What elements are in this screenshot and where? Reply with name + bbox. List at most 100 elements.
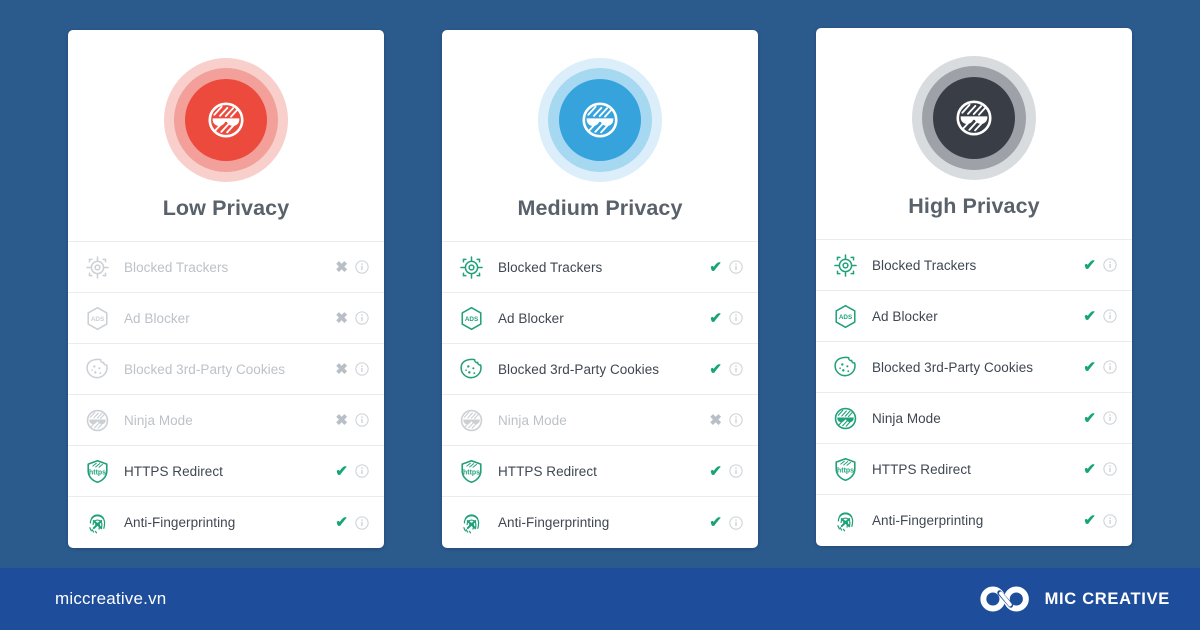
feature-row[interactable]: Blocked 3rd-Party Cookies ✖ (68, 344, 384, 395)
feature-label: HTTPS Redirect (124, 463, 223, 479)
feature-status: ✖ (335, 413, 369, 428)
https-shield-icon: https (456, 456, 486, 486)
ninja-mask-icon (578, 98, 622, 142)
feature-status: ✔ (1083, 411, 1117, 426)
target-icon (456, 252, 486, 282)
card-title: Medium Privacy (517, 196, 683, 220)
fingerprint-icon (456, 508, 486, 538)
info-icon[interactable] (1103, 360, 1117, 374)
feature-status: ✔ (709, 362, 743, 377)
feature-row[interactable]: Blocked 3rd-Party Cookies ✔ (816, 342, 1132, 393)
feature-label: HTTPS Redirect (872, 461, 971, 477)
svg-text:https: https (89, 469, 106, 476)
feature-status: ✖ (709, 413, 743, 428)
target-icon (82, 252, 112, 282)
info-icon[interactable] (1103, 309, 1117, 323)
feature-status: ✔ (335, 464, 369, 479)
feature-row[interactable]: ADS Ad Blocker ✔ (442, 293, 758, 344)
info-icon[interactable] (729, 362, 743, 376)
privacy-card-high-privacy[interactable]: High Privacy Blocked Trackers ✔ ADS Ad B… (816, 28, 1132, 546)
info-icon[interactable] (729, 413, 743, 427)
info-icon[interactable] (355, 311, 369, 325)
card-title: Low Privacy (162, 196, 290, 220)
cross-icon: ✖ (335, 309, 348, 327)
info-icon[interactable] (729, 464, 743, 478)
card-header: Medium Privacy (442, 30, 758, 241)
feature-label: Anti-Fingerprinting (872, 513, 984, 528)
feature-row[interactable]: ADS Ad Blocker ✔ (816, 291, 1132, 342)
feature-status: ✖ (335, 362, 369, 377)
info-icon[interactable] (1103, 462, 1117, 476)
ads-hexagon-icon: ADS (456, 303, 486, 333)
info-icon[interactable] (355, 413, 369, 427)
card-header: Low Privacy (68, 30, 384, 241)
info-icon[interactable] (729, 311, 743, 325)
feature-label: Ad Blocker (124, 310, 190, 326)
feature-row[interactable]: Blocked Trackers ✖ (68, 242, 384, 293)
check-icon: ✔ (1083, 256, 1096, 274)
feature-status: ✖ (335, 260, 369, 275)
feature-list: Blocked Trackers ✖ ADS Ad Blocker ✖ Bloc… (68, 241, 384, 548)
info-icon[interactable] (729, 515, 743, 530)
feature-row[interactable]: Anti-Fingerprinting ✔ (816, 495, 1132, 546)
target-icon (830, 250, 860, 280)
feature-row[interactable]: Ninja Mode ✖ (68, 395, 384, 446)
svg-text:https: https (837, 467, 854, 474)
privacy-card-medium-privacy[interactable]: Medium Privacy Blocked Trackers ✔ ADS Ad… (442, 30, 758, 548)
feature-list: Blocked Trackers ✔ ADS Ad Blocker ✔ Bloc… (816, 239, 1132, 546)
feature-row[interactable]: Blocked 3rd-Party Cookies ✔ (442, 344, 758, 395)
privacy-level-badge (538, 58, 662, 182)
feature-row[interactable]: Ninja Mode ✔ (816, 393, 1132, 444)
info-icon[interactable] (729, 260, 743, 274)
feature-row[interactable]: Blocked Trackers ✔ (816, 240, 1132, 291)
check-icon: ✔ (709, 462, 722, 480)
privacy-level-badge (164, 58, 288, 182)
privacy-card-low-privacy[interactable]: Low Privacy Blocked Trackers ✖ ADS Ad Bl… (68, 30, 384, 548)
info-icon[interactable] (1103, 258, 1117, 272)
https-shield-icon: https (82, 456, 112, 486)
feature-status: ✔ (709, 311, 743, 326)
feature-label: Anti-Fingerprinting (124, 515, 236, 530)
info-icon[interactable] (355, 260, 369, 274)
info-icon[interactable] (355, 515, 369, 530)
check-icon: ✔ (709, 309, 722, 327)
feature-label: Ad Blocker (498, 310, 564, 326)
feature-row[interactable]: ADS Ad Blocker ✖ (68, 293, 384, 344)
cross-icon: ✖ (709, 411, 722, 429)
privacy-level-cards: Low Privacy Blocked Trackers ✖ ADS Ad Bl… (0, 0, 1200, 568)
feature-label: HTTPS Redirect (498, 463, 597, 479)
feature-row[interactable]: Blocked Trackers ✔ (442, 242, 758, 293)
info-icon[interactable] (1103, 411, 1117, 425)
check-icon: ✔ (1083, 512, 1096, 529)
feature-row[interactable]: Anti-Fingerprinting ✔ (68, 497, 384, 548)
svg-text:ADS: ADS (464, 316, 477, 323)
feature-row[interactable]: https HTTPS Redirect ✔ (816, 444, 1132, 495)
feature-row[interactable]: https HTTPS Redirect ✔ (68, 446, 384, 497)
badge-core (185, 79, 267, 161)
feature-status: ✔ (1083, 360, 1117, 375)
check-icon: ✔ (1083, 358, 1096, 376)
feature-row[interactable]: Anti-Fingerprinting ✔ (442, 497, 758, 548)
brand-lockup: MIC CREATIVE (979, 584, 1170, 614)
feature-row[interactable]: https HTTPS Redirect ✔ (442, 446, 758, 497)
svg-text:https: https (463, 469, 480, 476)
info-icon[interactable] (355, 362, 369, 376)
badge-core (933, 77, 1015, 159)
feature-label: Blocked 3rd-Party Cookies (498, 361, 660, 377)
footer-bar: miccreative.vn MIC CREATIVE (0, 568, 1200, 630)
feature-label: Ninja Mode (124, 412, 193, 428)
svg-text:ADS: ADS (838, 314, 851, 321)
ninja-mask-icon (456, 405, 486, 435)
feature-label: Ad Blocker (872, 308, 938, 324)
check-icon: ✔ (1083, 409, 1096, 427)
info-icon[interactable] (1103, 513, 1117, 528)
feature-row[interactable]: Ninja Mode ✖ (442, 395, 758, 446)
cross-icon: ✖ (335, 360, 348, 378)
fingerprint-icon (82, 508, 112, 538)
feature-status: ✔ (709, 515, 743, 530)
brand-name: MIC CREATIVE (1044, 589, 1170, 608)
privacy-level-badge (912, 56, 1036, 180)
info-icon[interactable] (355, 464, 369, 478)
check-icon: ✔ (709, 360, 722, 378)
feature-status: ✔ (1083, 258, 1117, 273)
